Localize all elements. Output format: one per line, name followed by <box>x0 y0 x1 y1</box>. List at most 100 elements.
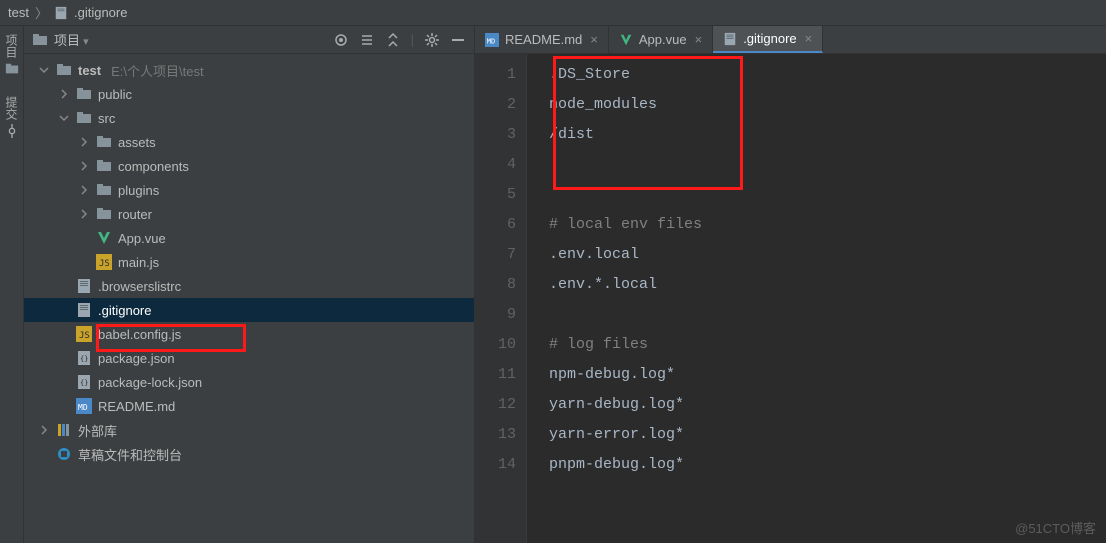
chevron-right-icon[interactable] <box>78 136 90 148</box>
folder-icon <box>96 134 112 150</box>
code-line[interactable]: .env.*.local <box>549 270 1106 300</box>
close-icon[interactable]: × <box>590 32 598 47</box>
code-line[interactable]: /dist <box>549 120 1106 150</box>
tree-row-label: package.json <box>98 351 175 366</box>
tree-row-label: .gitignore <box>98 303 151 318</box>
svg-text:{}: {} <box>80 355 88 363</box>
collapse-all-icon[interactable] <box>385 32 401 48</box>
tree-row-label: src <box>98 111 115 126</box>
tree-row-README-md[interactable]: MD README.md <box>24 394 474 418</box>
tree-row-src[interactable]: src <box>24 106 474 130</box>
code-line[interactable]: .env.local <box>549 240 1106 270</box>
hide-icon[interactable] <box>450 32 466 48</box>
svg-text:JS: JS <box>79 331 90 341</box>
chevron-right-icon[interactable] <box>78 208 90 220</box>
code-line[interactable]: node_modules <box>549 90 1106 120</box>
expand-all-icon[interactable] <box>359 32 375 48</box>
tab-README-md[interactable]: MDREADME.md× <box>475 26 609 53</box>
tree-row-assets[interactable]: assets <box>24 130 474 154</box>
project-icon <box>5 62 19 76</box>
line-number: 1 <box>475 60 516 90</box>
breadcrumb-root[interactable]: test <box>8 5 29 20</box>
tree-row-label: assets <box>118 135 156 150</box>
line-number: 13 <box>475 420 516 450</box>
project-tree[interactable]: test E:\个人项目\test public srcassets compone… <box>24 54 474 543</box>
tab-label: App.vue <box>639 32 687 47</box>
rail-project[interactable]: 项目 <box>3 34 20 76</box>
tree-row-plugins[interactable]: plugins <box>24 178 474 202</box>
tree-external-label: 外部库 <box>78 421 117 440</box>
tree-row--gitignore[interactable]: .gitignore <box>24 298 474 322</box>
rail-project-label: 项目 <box>3 34 20 58</box>
tree-row-router[interactable]: router <box>24 202 474 226</box>
code-line[interactable]: # local env files <box>549 210 1106 240</box>
gear-icon[interactable] <box>424 32 440 48</box>
line-number: 9 <box>475 300 516 330</box>
chevron-right-icon[interactable] <box>58 88 70 100</box>
code-line[interactable]: # log files <box>549 330 1106 360</box>
breadcrumb: test 〉 .gitignore <box>0 0 1106 26</box>
line-number: 6 <box>475 210 516 240</box>
tree-row-label: README.md <box>98 399 175 414</box>
tree-row-babel-config-js[interactable]: JSbabel.config.js <box>24 322 474 346</box>
rail-commit-label: 提交 <box>3 96 20 120</box>
code-line[interactable]: .DS_Store <box>549 60 1106 90</box>
json-icon: {} <box>76 374 92 390</box>
tree-row-components[interactable]: components <box>24 154 474 178</box>
editor-area: MDREADME.md×App.vue×.gitignore× 12345678… <box>475 26 1106 543</box>
tree-root[interactable]: test E:\个人项目\test <box>24 58 474 82</box>
chevron-down-icon[interactable] <box>38 64 50 76</box>
breadcrumb-file[interactable]: .gitignore <box>74 5 127 20</box>
editor-tab-bar: MDREADME.md×App.vue×.gitignore× <box>475 26 1106 54</box>
code-line[interactable]: yarn-error.log* <box>549 420 1106 450</box>
chevron-right-icon[interactable] <box>78 184 90 196</box>
code-line[interactable] <box>549 150 1106 180</box>
tree-row--browserslistrc[interactable]: .browserslistrc <box>24 274 474 298</box>
close-icon[interactable]: × <box>695 32 703 47</box>
tree-scratches[interactable]: 草稿文件和控制台 <box>24 442 474 466</box>
tab--gitignore[interactable]: .gitignore× <box>713 26 823 53</box>
tab-label: README.md <box>505 32 582 47</box>
line-number: 2 <box>475 90 516 120</box>
code-line[interactable] <box>549 300 1106 330</box>
line-number: 7 <box>475 240 516 270</box>
tree-row-package-lock-json[interactable]: {} package-lock.json <box>24 370 474 394</box>
tree-row-label: package-lock.json <box>98 375 202 390</box>
svg-text:MD: MD <box>78 403 88 412</box>
tree-row-label: components <box>118 159 189 174</box>
folder-icon <box>96 158 112 174</box>
tree-row-label: public <box>98 87 132 102</box>
sidebar-rail: 项目 提交 <box>0 26 24 543</box>
code-line[interactable]: pnpm-debug.log* <box>549 450 1106 480</box>
code-line[interactable]: yarn-debug.log* <box>549 390 1106 420</box>
json-icon: {} <box>76 350 92 366</box>
code-lines[interactable]: .DS_Storenode_modules/dist # local env fi… <box>527 54 1106 543</box>
tree-external-libs[interactable]: 外部库 <box>24 418 474 442</box>
panel-title-group[interactable]: 项目 <box>32 30 89 49</box>
watermark: @51CTO博客 <box>1015 518 1096 537</box>
folder-icon <box>76 86 92 102</box>
code-line[interactable] <box>549 180 1106 210</box>
chevron-right-icon[interactable] <box>78 160 90 172</box>
tree-row-App-vue[interactable]: App.vue <box>24 226 474 250</box>
md-icon: MD <box>76 398 92 414</box>
code-area[interactable]: 1234567891011121314 .DS_Storenode_module… <box>475 54 1106 543</box>
txt-icon <box>76 302 92 318</box>
tab-App-vue[interactable]: App.vue × <box>609 26 713 53</box>
line-number: 3 <box>475 120 516 150</box>
scratch-icon <box>56 446 72 462</box>
rail-commit[interactable]: 提交 <box>3 96 20 138</box>
close-icon[interactable]: × <box>805 31 813 46</box>
breadcrumb-sep: 〉 <box>35 3 48 22</box>
code-line[interactable]: npm-debug.log* <box>549 360 1106 390</box>
line-number: 4 <box>475 150 516 180</box>
txt-icon <box>76 278 92 294</box>
tree-row-public[interactable]: public <box>24 82 474 106</box>
select-opened-icon[interactable] <box>333 32 349 48</box>
chevron-right-icon[interactable] <box>38 424 50 436</box>
chevron-down-icon[interactable] <box>58 112 70 124</box>
tree-row-package-json[interactable]: {} package.json <box>24 346 474 370</box>
line-number: 14 <box>475 450 516 480</box>
tree-row-main-js[interactable]: JSmain.js <box>24 250 474 274</box>
divider: | <box>411 32 414 47</box>
